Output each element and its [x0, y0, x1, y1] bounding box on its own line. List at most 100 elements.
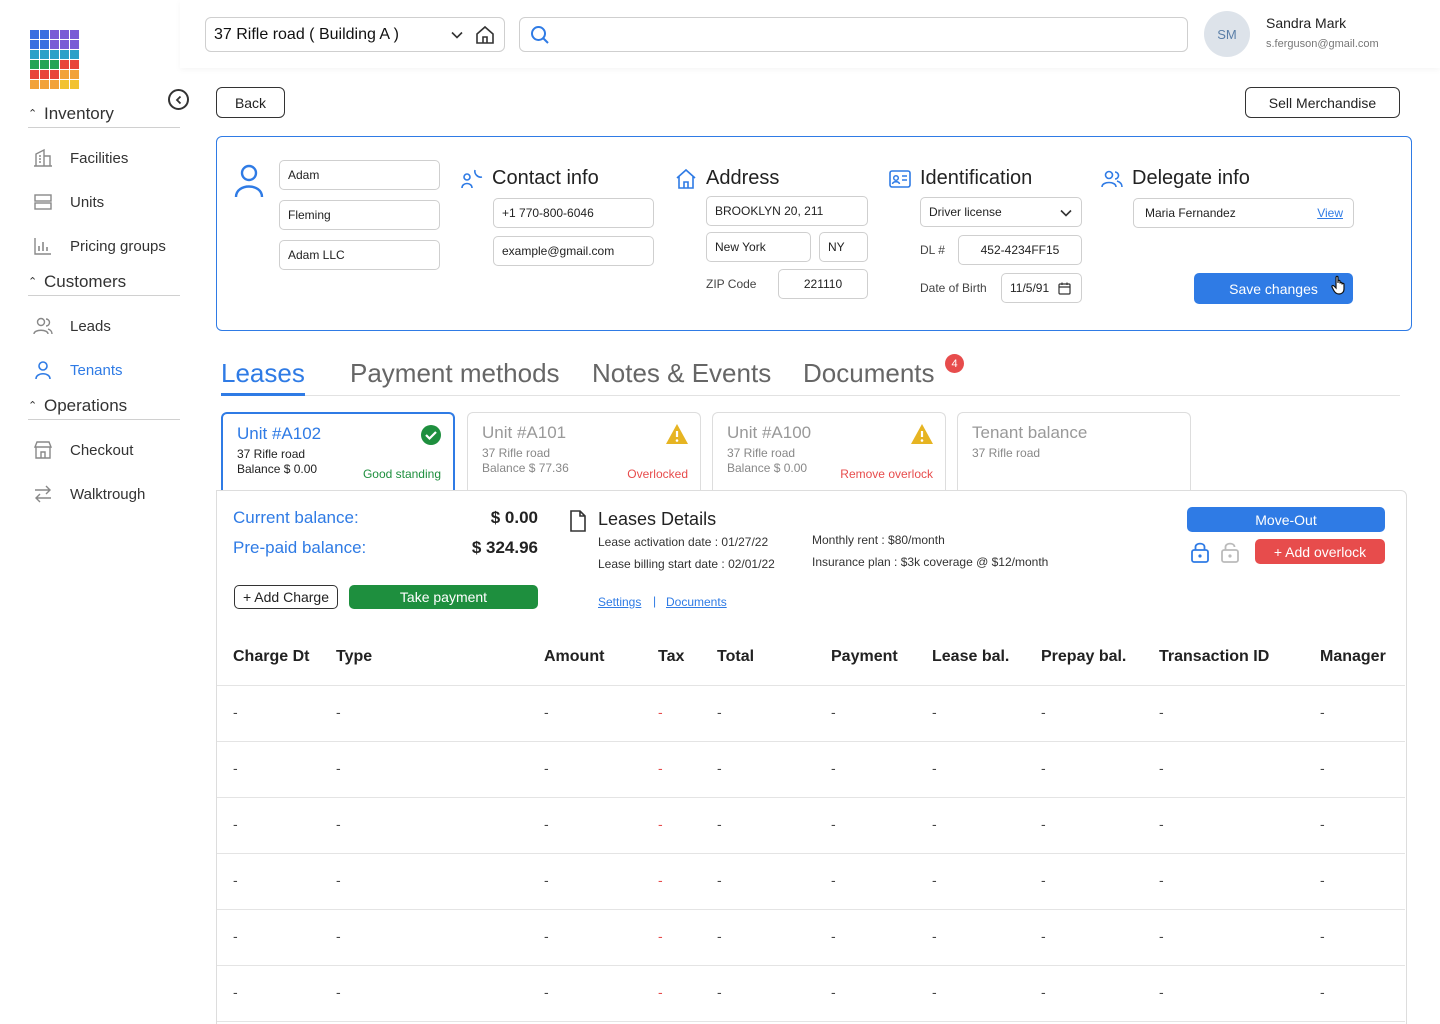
logo-tile [40, 50, 49, 59]
table-cell: - [233, 816, 238, 832]
col-total[interactable]: Total [717, 648, 754, 666]
current-balance-label: Current balance: [233, 508, 359, 527]
table-cell: - [831, 704, 836, 720]
sidebar-item-checkout[interactable]: Checkout [28, 428, 180, 472]
unit-card-a100[interactable]: Unit #A100 37 Rifle road Balance $ 0.00 … [712, 412, 946, 490]
logo-tile [70, 70, 79, 79]
zip-field[interactable]: 221110 [778, 269, 868, 299]
table-cell: - [336, 872, 341, 888]
person-icon [234, 164, 264, 198]
table-cell: - [932, 928, 937, 944]
search-input[interactable] [560, 26, 1160, 43]
col-payment[interactable]: Payment [831, 648, 898, 666]
sidebar-item-leads[interactable]: Leads [28, 304, 180, 348]
table-cell: - [544, 704, 549, 720]
sell-merchandise-button[interactable]: Sell Merchandise [1245, 87, 1400, 118]
settings-link[interactable]: Settings [598, 595, 641, 609]
row-divider [217, 685, 1405, 686]
col-prepay-bal[interactable]: Prepay bal. [1041, 648, 1126, 666]
chevron-up-icon: ⌃ [28, 108, 38, 120]
tab-payment-methods[interactable]: Payment methods [350, 358, 560, 396]
city-field[interactable]: New York [706, 232, 811, 262]
dob-label: Date of Birth [920, 281, 987, 295]
logo-tile [70, 80, 79, 89]
table-cell: - [658, 760, 663, 776]
link-separator: | [653, 594, 657, 608]
sidebar-section-customers[interactable]: ⌃ Customers [28, 268, 180, 296]
home-icon[interactable] [474, 24, 496, 46]
app-grid-logo[interactable] [30, 30, 80, 89]
logo-tile [50, 50, 59, 59]
table-cell: - [233, 704, 238, 720]
col-transaction-id[interactable]: Transaction ID [1159, 648, 1269, 666]
unit-card-a102[interactable]: Unit #A102 37 Rifle road Balance $ 0.00 … [221, 412, 455, 490]
search-bar[interactable] [519, 17, 1188, 52]
table-cell: - [658, 816, 663, 832]
logo-tile [40, 70, 49, 79]
documents-count-badge: 4 [945, 354, 964, 373]
tab-documents[interactable]: Documents [803, 358, 935, 396]
add-overlock-button[interactable]: + Add overlock [1255, 539, 1385, 564]
sidebar-item-facilities[interactable]: Facilities [28, 136, 180, 180]
calendar-icon[interactable] [1058, 282, 1071, 295]
table-cell: - [1041, 984, 1046, 1000]
unlock-icon[interactable] [1220, 541, 1240, 563]
tab-notes-events[interactable]: Notes & Events [592, 358, 771, 396]
sidebar-item-walktrough[interactable]: Walktrough [28, 472, 180, 516]
table-cell: - [1041, 760, 1046, 776]
tenant-balance-card[interactable]: Tenant balance 37 Rifle road [957, 412, 1191, 490]
table-cell: - [1159, 760, 1164, 776]
tabs: Leases Payment methods Notes & Events Do… [221, 354, 1400, 396]
col-lease-bal[interactable]: Lease bal. [932, 648, 1009, 666]
table-cell: - [932, 816, 937, 832]
phone-field[interactable]: +1 770-800-6046 [493, 198, 654, 228]
sidebar-item-tenants[interactable]: Tenants [28, 348, 180, 392]
street-field[interactable]: BROOKLYN 20, 211 [706, 196, 868, 226]
col-type[interactable]: Type [336, 648, 372, 666]
sidebar-section-operations[interactable]: ⌃ Operations [28, 392, 180, 420]
dob-field[interactable]: 11/5/91 [1001, 273, 1082, 303]
delegate-view-link[interactable]: View [1317, 206, 1343, 220]
sidebar-item-units[interactable]: Units [28, 180, 180, 224]
logo-tile [60, 80, 69, 89]
take-payment-button[interactable]: Take payment [349, 585, 538, 609]
sidebar-item-pricing-groups[interactable]: Pricing groups [28, 224, 180, 268]
unit-status: Good standing [362, 467, 441, 481]
add-charge-button[interactable]: + Add Charge [234, 585, 338, 609]
logo-tile [30, 60, 39, 69]
avatar[interactable]: SM [1204, 11, 1250, 57]
documents-link[interactable]: Documents [666, 595, 727, 609]
col-manager[interactable]: Manager [1320, 648, 1386, 666]
building-select[interactable]: 37 Rifle road ( Building A ) [205, 17, 505, 52]
logo-tile [50, 60, 59, 69]
first-name-field[interactable]: Adam [279, 160, 440, 190]
logo-tile [40, 30, 49, 39]
save-changes-button[interactable]: Save changes [1194, 273, 1353, 304]
col-tax[interactable]: Tax [658, 648, 684, 666]
table-cell: - [658, 984, 663, 1000]
company-field[interactable]: Adam LLC [279, 240, 440, 270]
email-field[interactable]: example@gmail.com [493, 236, 654, 266]
people-icon [32, 315, 54, 337]
tab-leases[interactable]: Leases [221, 358, 305, 396]
table-cell: - [1159, 704, 1164, 720]
delegate-field: Maria Fernandez View [1133, 198, 1354, 228]
logo-tile [30, 40, 39, 49]
lock-icon[interactable] [1190, 541, 1210, 563]
state-field[interactable]: NY [819, 232, 868, 262]
table-cell: - [544, 816, 549, 832]
prepaid-balance-label: Pre-paid balance: [233, 538, 367, 557]
back-button[interactable]: Back [216, 87, 285, 118]
move-out-button[interactable]: Move-Out [1187, 507, 1385, 532]
dl-number-field[interactable]: 452-4234FF15 [958, 235, 1082, 265]
id-type-select[interactable]: Driver license [920, 197, 1082, 227]
sidebar-section-inventory[interactable]: ⌃ Inventory [28, 100, 180, 128]
col-amount[interactable]: Amount [544, 648, 604, 666]
search-icon [531, 25, 549, 44]
logo-tile [50, 80, 59, 89]
col-charge-dt[interactable]: Charge Dt [233, 648, 309, 666]
unit-card-a101[interactable]: Unit #A101 37 Rifle road Balance $ 77.36… [467, 412, 701, 490]
table-cell: - [1041, 816, 1046, 832]
logo-tile [40, 60, 49, 69]
last-name-field[interactable]: Fleming [279, 200, 440, 230]
